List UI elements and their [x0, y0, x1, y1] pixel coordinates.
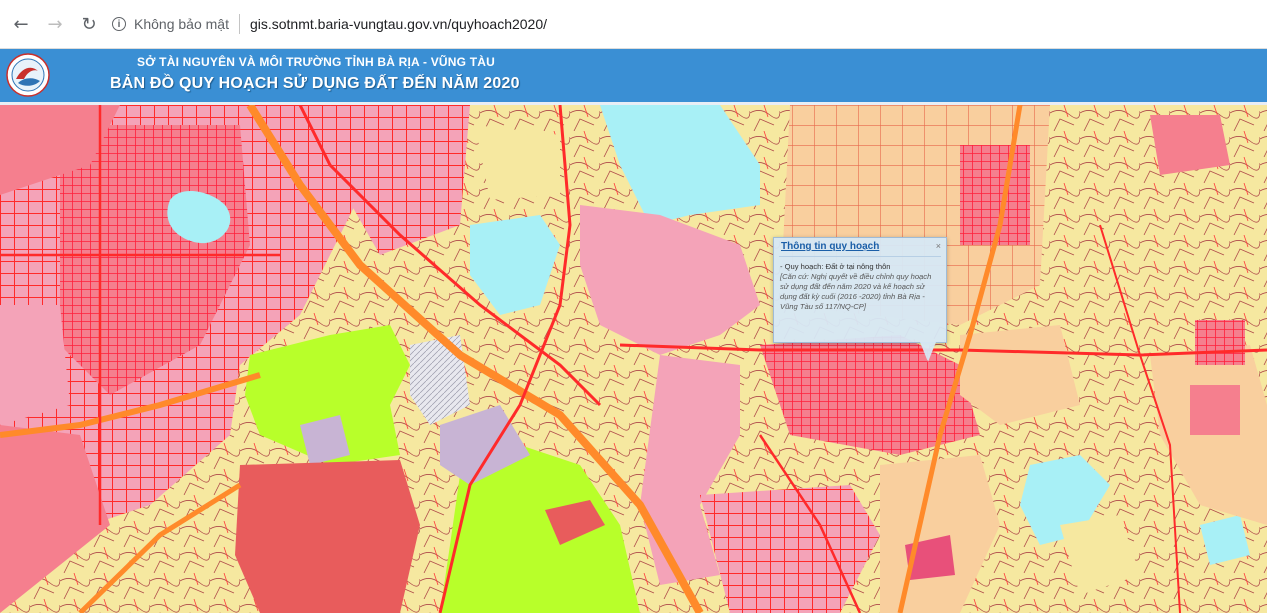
arrow-right-icon: → [47, 13, 63, 35]
yellow-parcel-north [475, 125, 560, 200]
popup-divider [779, 256, 941, 257]
back-button[interactable]: ← [8, 11, 34, 37]
omnibox-divider [238, 14, 240, 34]
page-title: BẢN ĐỒ QUY HOẠCH SỬ DỤNG ĐẤT ĐẾN NĂM 202… [110, 75, 520, 92]
browser-toolbar: ← → ↻ i Không bảo mật gis.sotnmt.baria-v… [0, 0, 1267, 49]
agency-name: SỞ TÀI NGUYÊN VÀ MÔI TRƯỜNG TỈNH BÀ RỊA … [137, 55, 495, 69]
legal-citation-text: [Căn cứ: Nghị quyết về điều chỉnh quy ho… [780, 272, 932, 311]
planning-type-text: - Quy hoạch: Đất ở tại nông thôn [780, 262, 891, 271]
agency-logo [6, 53, 50, 97]
info-icon[interactable]: i [112, 17, 126, 31]
west-residential [0, 305, 70, 425]
village-east [1195, 320, 1245, 365]
land-use-map[interactable]: Thông tin quy hoạch × - Quy hoạch: Đất ở… [0, 105, 1267, 613]
url-text[interactable]: gis.sotnmt.baria-vungtau.gov.vn/quyhoach… [250, 16, 547, 32]
industrial-zone [235, 460, 420, 613]
popup-title[interactable]: Thông tin quy hoạch [781, 241, 879, 252]
address-bar[interactable]: i Không bảo mật gis.sotnmt.baria-vungtau… [112, 8, 1257, 40]
arrow-left-icon: ← [13, 13, 29, 35]
popup-content: - Quy hoạch: Đất ở tại nông thôn [Căn cứ… [780, 262, 942, 312]
security-status[interactable]: Không bảo mật [134, 16, 229, 32]
reload-button[interactable]: ↻ [76, 11, 102, 37]
commune-center-north [960, 145, 1030, 245]
site-header: SỞ TÀI NGUYÊN VÀ MÔI TRƯỜNG TỈNH BÀ RỊA … [0, 49, 1267, 105]
map-canvas[interactable] [0, 105, 1267, 613]
popup-pointer [920, 342, 936, 362]
planning-info-popup: Thông tin quy hoạch × - Quy hoạch: Đất ở… [773, 237, 947, 362]
close-icon[interactable]: × [936, 241, 941, 251]
red-parcel-northeast [1150, 115, 1230, 175]
forward-button[interactable]: → [42, 11, 68, 37]
reload-icon: ↻ [81, 13, 97, 35]
red-parcel-east [1190, 385, 1240, 435]
